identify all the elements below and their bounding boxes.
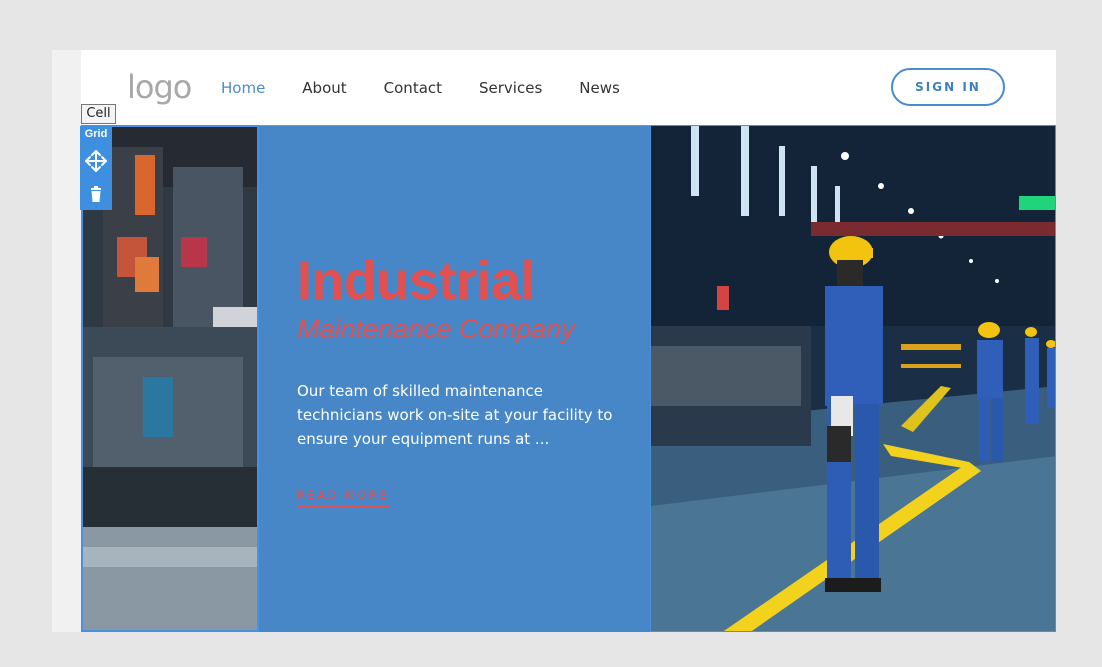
cell-tag[interactable]: Cell bbox=[81, 104, 116, 124]
nav-item-contact[interactable]: Contact bbox=[384, 79, 442, 97]
site-header: logo Home About Contact Services News SI… bbox=[81, 50, 1056, 125]
nav-item-about[interactable]: About bbox=[302, 79, 346, 97]
factory-workers-illustration bbox=[651, 126, 1055, 631]
hero-title: Industrial bbox=[297, 251, 536, 311]
trash-icon[interactable] bbox=[83, 182, 109, 208]
nav-item-home[interactable]: Home bbox=[221, 79, 265, 97]
site-logo[interactable]: logo bbox=[127, 68, 192, 106]
move-arrows-icon[interactable] bbox=[83, 148, 109, 174]
nav-item-news[interactable]: News bbox=[579, 79, 620, 97]
factory-workers-image[interactable] bbox=[650, 125, 1056, 632]
sign-in-button[interactable]: SIGN IN bbox=[891, 68, 1005, 106]
grid-label[interactable]: Grid bbox=[80, 128, 112, 140]
left-gutter bbox=[52, 50, 81, 632]
hero-text-panel: Industrial Maintenance Company Our team … bbox=[259, 125, 650, 632]
hero-row: Industrial Maintenance Company Our team … bbox=[81, 125, 1056, 632]
hero-subtitle: Maintenance Company bbox=[297, 314, 575, 344]
main-nav: Home About Contact Services News bbox=[221, 79, 657, 97]
read-more-link[interactable]: READ MORE bbox=[297, 488, 390, 507]
grid-toolbar: Grid bbox=[80, 126, 112, 210]
nav-item-services[interactable]: Services bbox=[479, 79, 542, 97]
hero-description: Our team of skilled maintenance technici… bbox=[297, 382, 613, 448]
